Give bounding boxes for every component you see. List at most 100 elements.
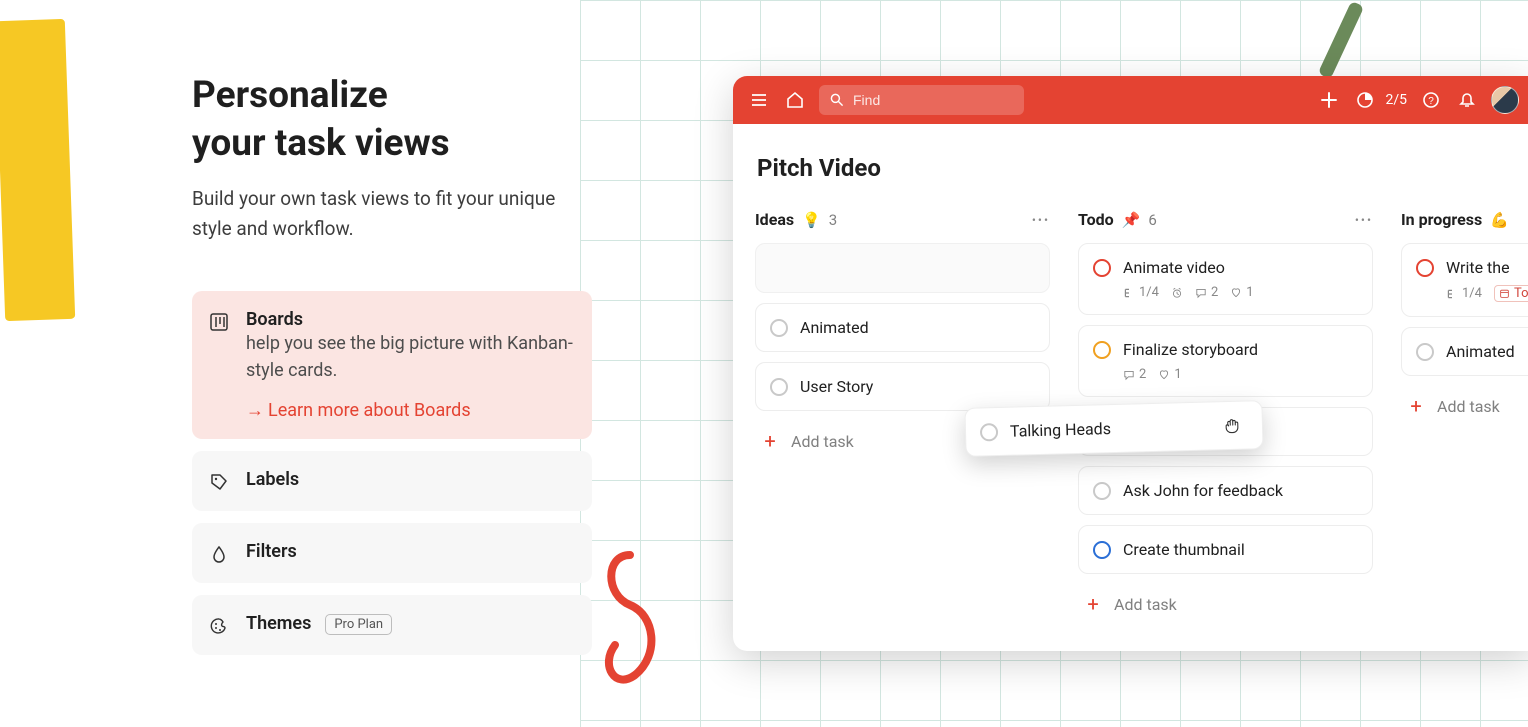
palette-icon bbox=[208, 615, 230, 637]
comment-count: 2 bbox=[1195, 285, 1218, 300]
app-header: 2/5 ? bbox=[733, 76, 1528, 124]
productivity-count: 2/5 bbox=[1385, 92, 1407, 108]
task-meta: 2 1 bbox=[1123, 367, 1358, 382]
column-title: Ideas bbox=[755, 210, 794, 229]
feature-labels[interactable]: Labels bbox=[192, 451, 592, 511]
add-task-label: Add task bbox=[1114, 595, 1177, 614]
comment-count: 2 bbox=[1123, 367, 1146, 382]
add-task-button[interactable]: + Add task bbox=[1078, 584, 1373, 624]
date-badge: To bbox=[1494, 285, 1528, 302]
add-task-button[interactable]: + Add task bbox=[1401, 386, 1528, 426]
boards-icon bbox=[208, 311, 230, 333]
avatar[interactable] bbox=[1491, 86, 1519, 114]
help-icon[interactable]: ? bbox=[1419, 88, 1443, 112]
feature-title: Labels bbox=[246, 469, 299, 490]
task-checkbox[interactable] bbox=[1093, 541, 1111, 559]
task-card[interactable]: Write the 1/4 To bbox=[1401, 243, 1528, 317]
search-input[interactable] bbox=[853, 92, 1003, 108]
search-icon bbox=[829, 92, 845, 108]
droplet-icon bbox=[208, 543, 230, 565]
task-title: Ask John for feedback bbox=[1123, 481, 1283, 500]
search-box[interactable] bbox=[819, 85, 1024, 115]
column-emoji: 💡 bbox=[802, 211, 821, 229]
pro-plan-badge: Pro Plan bbox=[325, 614, 392, 635]
column-menu-icon[interactable]: ••• bbox=[1032, 213, 1050, 227]
notification-icon[interactable] bbox=[1455, 88, 1479, 112]
feature-themes[interactable]: Themes Pro Plan bbox=[192, 595, 592, 655]
task-checkbox[interactable] bbox=[1093, 259, 1111, 277]
column-in-progress: In progress 💪 Write the 1/4 bbox=[1401, 210, 1528, 624]
feature-title: Themes bbox=[246, 613, 311, 634]
column-count: 3 bbox=[829, 211, 837, 229]
task-title: Write the bbox=[1446, 258, 1510, 277]
task-checkbox[interactable] bbox=[1416, 259, 1434, 277]
task-checkbox[interactable] bbox=[1416, 343, 1434, 361]
column-menu-icon[interactable]: ••• bbox=[1355, 213, 1373, 227]
like-count: 1 bbox=[1230, 285, 1253, 300]
like-count: 1 bbox=[1158, 367, 1181, 382]
feature-description: help you see the big picture with Kanban… bbox=[246, 330, 576, 384]
task-checkbox[interactable] bbox=[980, 423, 998, 441]
feature-boards[interactable]: Boards help you see the big picture with… bbox=[192, 291, 592, 439]
add-icon[interactable] bbox=[1317, 88, 1341, 112]
app-window: 2/5 ? Pitch Video Ideas 💡 3 ••• bbox=[733, 76, 1528, 651]
svg-text:?: ? bbox=[1428, 96, 1434, 107]
plus-icon: + bbox=[1084, 594, 1102, 614]
column-header: Ideas 💡 3 ••• bbox=[755, 210, 1050, 229]
task-title: Animated bbox=[800, 318, 869, 337]
plus-icon: + bbox=[1407, 396, 1425, 416]
decoration-paperclip bbox=[590, 545, 690, 695]
column-count: 6 bbox=[1148, 211, 1156, 229]
task-meta: 1/4 2 1 bbox=[1123, 285, 1358, 300]
reminder-icon bbox=[1171, 287, 1183, 299]
add-task-label: Add task bbox=[1437, 397, 1500, 416]
tag-icon bbox=[208, 471, 230, 493]
task-title: User Story bbox=[800, 377, 873, 396]
grab-cursor-icon bbox=[1222, 416, 1243, 437]
task-checkbox[interactable] bbox=[1093, 482, 1111, 500]
task-checkbox[interactable] bbox=[1093, 341, 1111, 359]
task-title: Create thumbnail bbox=[1123, 540, 1245, 559]
column-header: Todo 📌 6 ••• bbox=[1078, 210, 1373, 229]
headline-line1: Personalize bbox=[192, 74, 388, 117]
task-card[interactable]: Create thumbnail bbox=[1078, 525, 1373, 574]
task-title: Talking Heads bbox=[1010, 419, 1111, 441]
decoration-yellow-brush bbox=[0, 19, 75, 321]
column-emoji: 📌 bbox=[1122, 211, 1141, 229]
task-card[interactable]: Animate video 1/4 2 bbox=[1078, 243, 1373, 315]
subheadline: Build your own task views to fit your un… bbox=[192, 184, 592, 243]
task-meta: 1/4 To bbox=[1446, 285, 1528, 302]
subtask-count: 1/4 bbox=[1446, 286, 1482, 301]
column-title: Todo bbox=[1078, 210, 1114, 229]
headline: Personalize your task views bbox=[192, 72, 592, 168]
task-title: Finalize storyboard bbox=[1123, 340, 1258, 359]
task-checkbox[interactable] bbox=[770, 378, 788, 396]
column-title: In progress bbox=[1401, 210, 1482, 229]
task-card[interactable]: Finalize storyboard 2 1 bbox=[1078, 325, 1373, 397]
task-card[interactable]: User Story bbox=[755, 362, 1050, 411]
column-emoji: 💪 bbox=[1490, 211, 1509, 229]
column-header: In progress 💪 bbox=[1401, 210, 1528, 229]
feature-title: Boards bbox=[246, 309, 303, 330]
task-card[interactable]: Animated bbox=[1401, 327, 1528, 376]
plus-icon: + bbox=[761, 431, 779, 451]
feature-title: Filters bbox=[246, 541, 297, 562]
task-title: Animated bbox=[1446, 342, 1515, 361]
task-card[interactable]: Ask John for feedback bbox=[1078, 466, 1373, 515]
task-title: Animate video bbox=[1123, 258, 1225, 277]
app-body: Pitch Video Ideas 💡 3 ••• Animated bbox=[733, 124, 1528, 644]
headline-line2: your task views bbox=[192, 122, 450, 165]
subtask-count: 1/4 bbox=[1123, 285, 1159, 300]
home-icon[interactable] bbox=[783, 88, 807, 112]
menu-icon[interactable] bbox=[747, 88, 771, 112]
dragged-task-card[interactable]: Talking Heads bbox=[964, 400, 1263, 457]
learn-more-link[interactable]: →Learn more about Boards bbox=[246, 400, 576, 421]
task-checkbox[interactable] bbox=[770, 319, 788, 337]
productivity-icon[interactable] bbox=[1353, 88, 1377, 112]
feature-filters[interactable]: Filters bbox=[192, 523, 592, 583]
task-card-placeholder[interactable] bbox=[755, 243, 1050, 293]
project-title: Pitch Video bbox=[755, 154, 1528, 182]
task-card[interactable]: Animated bbox=[755, 303, 1050, 352]
add-task-label: Add task bbox=[791, 432, 854, 451]
marketing-panel: Personalize your task views Build your o… bbox=[192, 72, 592, 667]
